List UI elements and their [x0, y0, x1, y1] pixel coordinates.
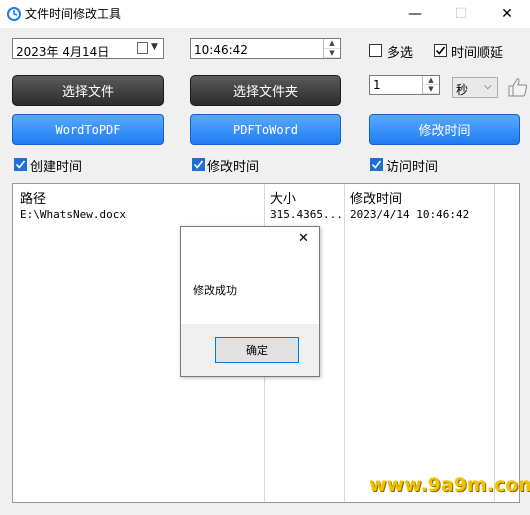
calendar-icon[interactable] — [137, 42, 148, 54]
column-divider — [494, 184, 495, 502]
cell-size: 315.4365... — [270, 208, 343, 221]
word-to-pdf-button[interactable]: WordToPDF — [12, 114, 164, 145]
modify-time-label: 修改时间 — [207, 160, 260, 175]
column-header-size[interactable]: 大小 — [270, 188, 296, 207]
watermark-text: www.9a9m.com — [369, 474, 530, 496]
step-value: 1 — [373, 78, 381, 92]
cell-path: E:\WhatsNew.docx — [20, 208, 126, 221]
access-time-label: 访问时间 — [386, 160, 439, 175]
create-time-label: 创建时间 — [30, 160, 83, 175]
date-picker[interactable]: 2023年 4月14日 ▼ — [12, 38, 164, 59]
close-button[interactable]: ✕ — [484, 0, 530, 28]
time-spinner[interactable]: ▲ ▼ — [323, 39, 340, 58]
spin-up-icon[interactable]: ▲ — [423, 76, 439, 85]
time-field[interactable]: 10:46:42 ▲ ▼ — [190, 38, 341, 59]
step-spinner[interactable]: ▲ ▼ — [422, 76, 439, 94]
column-header-path[interactable]: 路径 — [20, 188, 46, 207]
chevron-down-icon[interactable]: ▼ — [151, 42, 158, 52]
column-header-mtime[interactable]: 修改时间 — [350, 188, 402, 207]
dialog-message: 修改成功 — [193, 284, 237, 297]
window-title: 文件时间修改工具 — [25, 7, 122, 21]
time-order-label: 时间顺延 — [451, 46, 504, 61]
spin-down-icon[interactable]: ▼ — [324, 49, 340, 58]
message-dialog: ✕ 修改成功 确定 — [180, 226, 320, 377]
unit-value: 秒 — [456, 83, 469, 97]
table-row[interactable]: E:\WhatsNew.docx 315.4365... 2023/4/14 1… — [13, 206, 519, 224]
spin-up-icon[interactable]: ▲ — [324, 39, 340, 49]
thumbs-up-icon[interactable] — [506, 76, 530, 98]
minimize-button[interactable]: — — [392, 0, 438, 28]
cell-mtime: 2023/4/14 10:46:42 — [350, 208, 470, 221]
multi-select-checkbox[interactable] — [369, 44, 382, 57]
pdf-to-word-button[interactable]: PDFToWord — [190, 114, 341, 145]
spin-down-icon[interactable]: ▼ — [423, 85, 439, 94]
multi-select-label: 多选 — [387, 46, 414, 61]
date-value: 2023年 4月14日 — [16, 45, 110, 59]
modify-time-button[interactable]: 修改时间 — [369, 114, 520, 145]
modify-time-checkbox[interactable] — [192, 158, 205, 171]
select-folder-button[interactable]: 选择文件夹 — [190, 75, 341, 106]
step-number-input[interactable]: 1 ▲ ▼ — [369, 75, 440, 95]
create-time-checkbox[interactable] — [14, 158, 27, 171]
time-value: 10:46:42 — [194, 43, 248, 57]
maximize-button[interactable]: ☐ — [438, 0, 484, 28]
chevron-down-icon: ⌵ — [484, 81, 492, 92]
app-clock-icon — [6, 6, 22, 22]
ok-button[interactable]: 确定 — [215, 337, 299, 363]
select-file-button[interactable]: 选择文件 — [12, 75, 164, 106]
time-order-checkbox[interactable] — [434, 44, 447, 57]
column-divider — [344, 184, 345, 502]
dialog-close-button[interactable]: ✕ — [298, 231, 309, 246]
unit-select[interactable]: 秒 ⌵ — [452, 77, 498, 98]
access-time-checkbox[interactable] — [370, 158, 383, 171]
